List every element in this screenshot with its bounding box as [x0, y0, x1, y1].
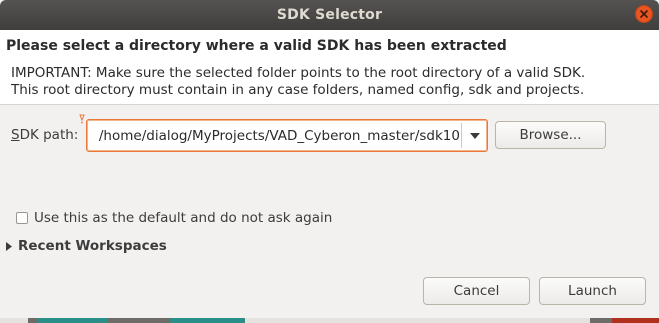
sdk-path-label: SDK path:: [11, 127, 78, 143]
sdk-path-input[interactable]: /home/dialog/MyProjects/VAD_Cyberon_mast…: [88, 121, 460, 150]
default-checkbox-label[interactable]: Use this as the default and do not ask a…: [34, 210, 332, 226]
launch-button[interactable]: Launch: [539, 277, 646, 305]
strip-segment: [170, 318, 245, 323]
sdk-path-dropdown-button[interactable]: [462, 120, 487, 151]
sdk-path-combo[interactable]: /home/dialog/MyProjects/VAD_Cyberon_mast…: [86, 119, 488, 152]
sdk-path-value: /home/dialog/MyProjects/VAD_Cyberon_mast…: [98, 127, 460, 144]
title-bar[interactable]: SDK Selector: [0, 0, 659, 30]
dialog-header: Please select a directory where a valid …: [0, 30, 659, 105]
strip-segment: [612, 318, 659, 323]
sdk-path-mnemonic: S: [11, 127, 20, 143]
header-message-line-1: IMPORTANT: Make sure the selected folder…: [11, 65, 586, 81]
default-checkbox[interactable]: [16, 212, 28, 224]
strip-segment: [245, 318, 590, 323]
cancel-button[interactable]: Cancel: [423, 277, 530, 305]
sdk-selector-window: SDK Selector Please select a directory w…: [0, 0, 659, 323]
triangle-right-icon[interactable]: [6, 241, 12, 251]
header-message-line-2: This root directory must contain in any …: [11, 82, 585, 98]
recent-workspaces-label[interactable]: Recent Workspaces: [18, 238, 167, 254]
chevron-down-icon: [469, 132, 480, 139]
browse-button[interactable]: Browse...: [495, 121, 606, 149]
background-window-strip: [0, 318, 659, 323]
sdk-path-label-rest: DK path:: [19, 127, 79, 143]
window-title: SDK Selector: [276, 7, 383, 23]
strip-segment: [0, 318, 28, 323]
close-icon: [640, 10, 648, 18]
strip-segment: [38, 318, 108, 323]
close-button[interactable]: [635, 5, 653, 23]
default-option-row[interactable]: Use this as the default and do not ask a…: [16, 210, 332, 226]
recent-workspaces-expander[interactable]: Recent Workspaces: [6, 238, 167, 254]
info-marker-icon: [79, 114, 85, 124]
header-title: Please select a directory where a valid …: [6, 38, 507, 54]
